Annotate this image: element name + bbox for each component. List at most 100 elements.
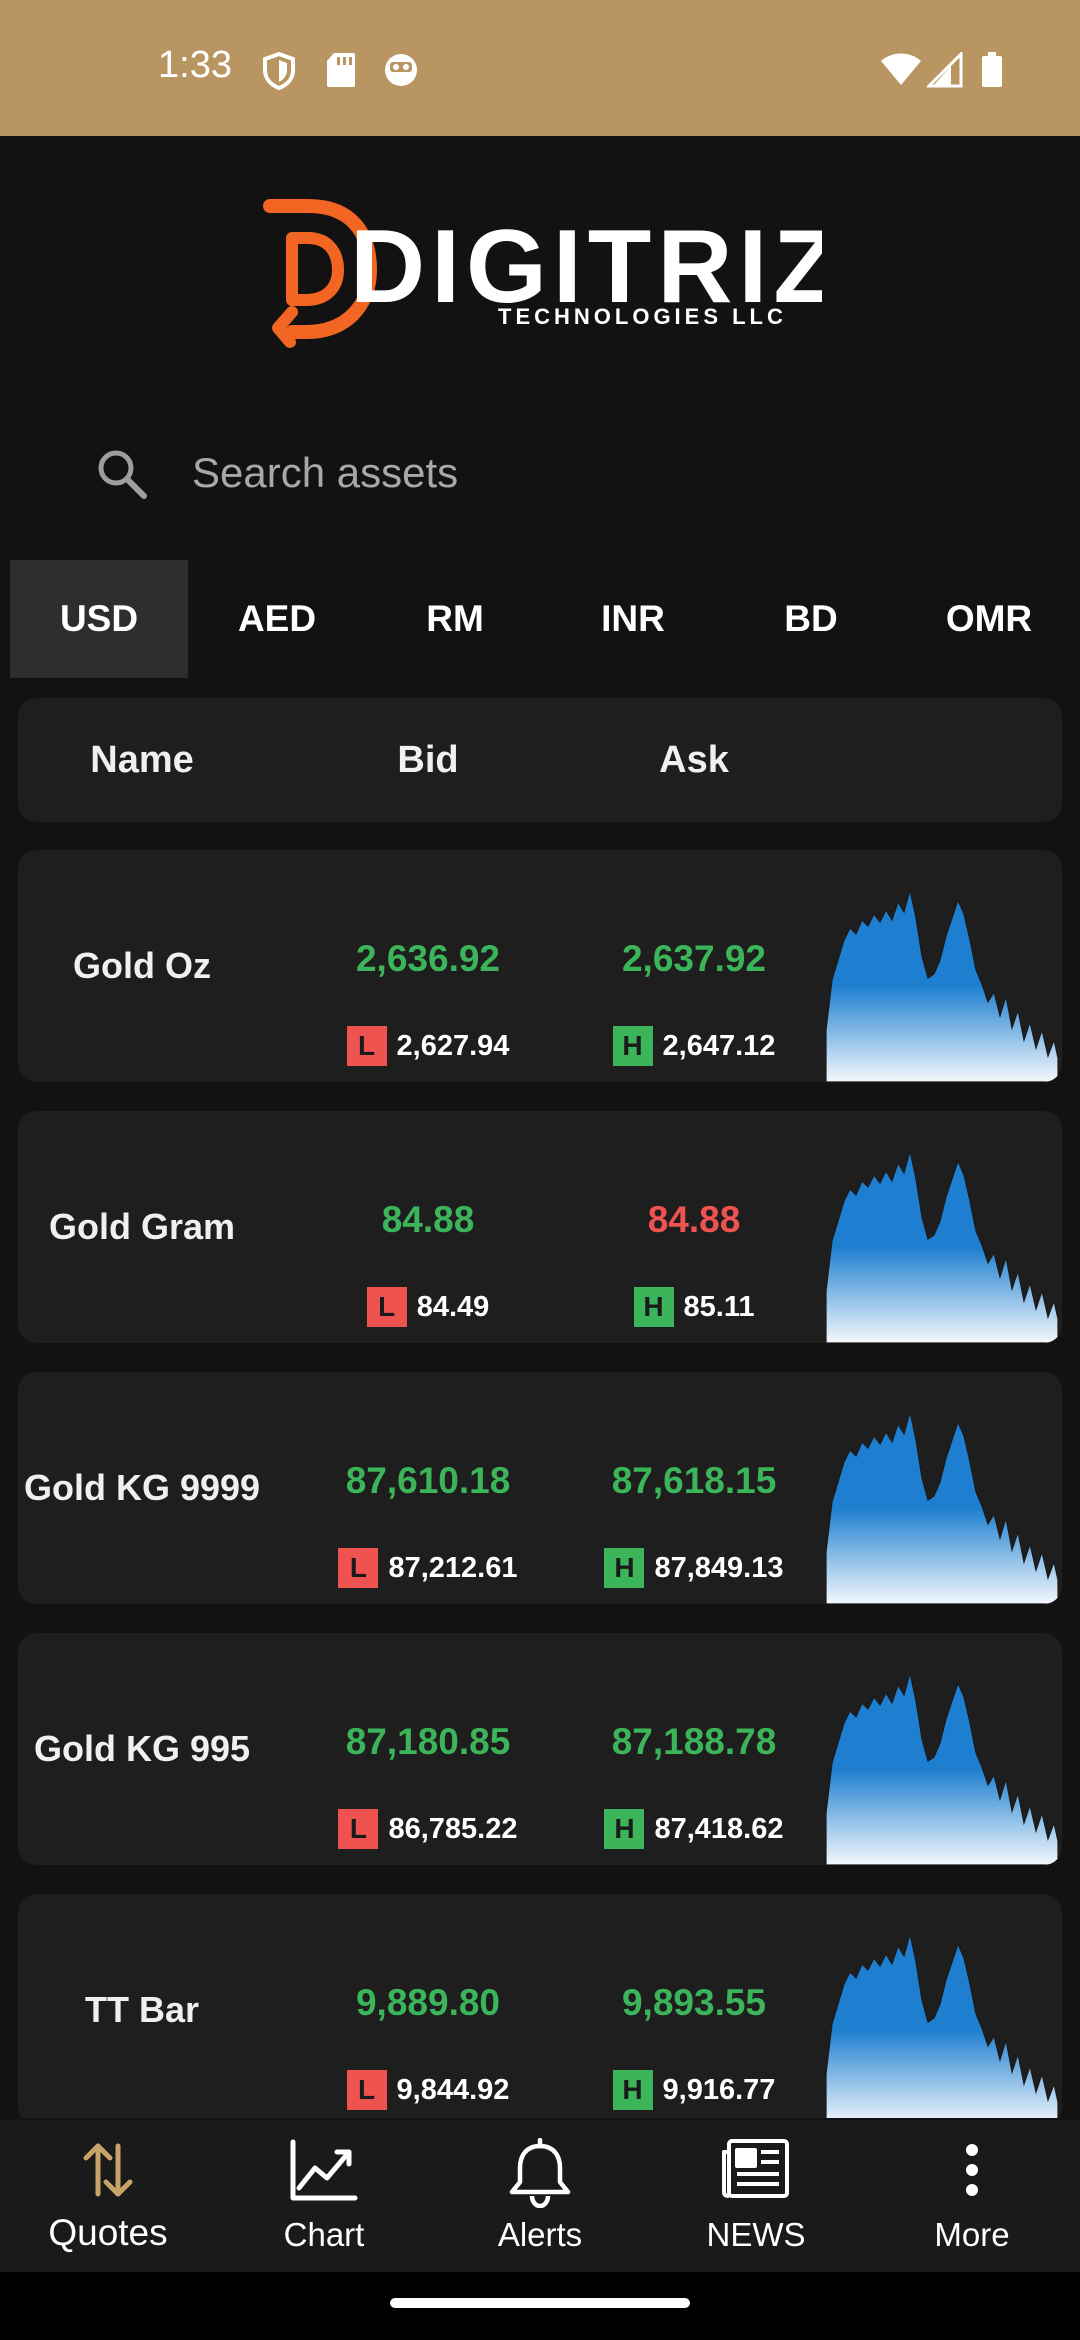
sparkline-area: [826, 1672, 1058, 1865]
nav-alerts-label: Alerts: [497, 2216, 583, 2253]
nav-chart[interactable]: Chart: [216, 2120, 432, 2272]
ask-price: 9,893.55: [621, 1982, 767, 2023]
nav-chart-label: Chart: [283, 2216, 365, 2253]
sd-card-icon: [326, 52, 356, 88]
battery-icon: [981, 52, 1003, 88]
digitriz-logo: DIGITRIZ TECHNOLOGIES LLC: [262, 196, 822, 356]
quote-row-gold-kg-995[interactable]: Gold KG 995 87,180.85 87,188.78 L 86,785.…: [18, 1633, 1062, 1865]
high-value: 85.11: [683, 1290, 755, 1323]
more-vertical-icon: [864, 2138, 1080, 2202]
low-price: L 2,627.94: [298, 1026, 558, 1066]
low-price: L 87,212.61: [298, 1548, 558, 1588]
asset-name: Gold Oz: [73, 945, 211, 986]
high-price: H 87,418.62: [564, 1809, 824, 1849]
low-value: 87,212.61: [388, 1551, 518, 1584]
tab-bd[interactable]: BD: [722, 560, 900, 678]
high-price: H 87,849.13: [564, 1548, 824, 1588]
low-badge: L: [338, 1809, 379, 1849]
high-badge: H: [604, 1548, 645, 1588]
high-value: 9,916.77: [662, 2073, 776, 2106]
low-badge: L: [346, 2070, 387, 2110]
search-input[interactable]: [190, 440, 990, 506]
quote-row-gold-gram[interactable]: Gold Gram 84.88 84.88 L 84.49 H 85.11: [18, 1111, 1062, 1343]
asset-name: TT Bar: [84, 1989, 199, 2030]
nav-more-label: More: [934, 2216, 1010, 2253]
bottom-nav: Quotes Chart Alerts NEWS More: [0, 2120, 1080, 2272]
nav-quotes[interactable]: Quotes: [0, 2120, 216, 2272]
high-value: 87,849.13: [654, 1551, 784, 1584]
high-price: H 85.11: [564, 1287, 824, 1327]
status-time: 1:33: [158, 44, 232, 86]
low-price: L 9,844.92: [298, 2070, 558, 2110]
line-chart-icon: [216, 2138, 432, 2202]
low-badge: L: [366, 1287, 407, 1327]
system-nav-bar: [0, 2272, 1080, 2340]
asset-name: Gold KG 9999: [23, 1467, 261, 1508]
ask-price: 84.88: [647, 1199, 741, 1240]
face-icon: [383, 52, 419, 88]
status-bar: 1:33: [0, 0, 1080, 136]
low-value: 2,627.94: [396, 1029, 510, 1062]
quotes-list[interactable]: Gold Oz 2,636.92 2,637.92 L 2,627.94 H 2,6…: [18, 850, 1062, 2118]
home-indicator[interactable]: [390, 2298, 690, 2308]
low-price: L 84.49: [298, 1287, 558, 1327]
bid-price: 84.88: [381, 1199, 475, 1240]
bid-price: 9,889.80: [355, 1982, 501, 2023]
nav-news-label: NEWS: [706, 2216, 806, 2253]
nav-news[interactable]: NEWS: [648, 2120, 864, 2272]
ask-price: 87,618.15: [611, 1460, 777, 1501]
high-badge: H: [612, 1026, 653, 1066]
sparkline-area: [826, 889, 1058, 1082]
tab-rm[interactable]: RM: [366, 560, 544, 678]
sparkline-chart: [826, 1663, 1058, 1865]
shield-icon: [262, 52, 296, 90]
high-value: 2,647.12: [662, 1029, 776, 1062]
high-badge: H: [633, 1287, 674, 1327]
wifi-icon: [880, 52, 922, 86]
search-bar[interactable]: [80, 430, 1020, 516]
low-value: 84.49: [416, 1290, 490, 1323]
low-value: 86,785.22: [388, 1812, 518, 1845]
signal-icon: [927, 52, 963, 88]
high-badge: H: [604, 1809, 645, 1849]
quotes-header: Name Bid Ask: [18, 698, 1062, 822]
currency-tabs: USD AED RM INR BD OMR: [10, 560, 1080, 678]
low-badge: L: [338, 1548, 379, 1588]
high-value: 87,418.62: [654, 1812, 784, 1845]
swap-vertical-icon: [0, 2138, 216, 2202]
ask-price: 87,188.78: [611, 1721, 777, 1762]
sparkline-chart: [826, 1141, 1058, 1343]
bid-price: 87,180.85: [345, 1721, 511, 1762]
sparkline-chart: [826, 1924, 1058, 2118]
logo-tagline: TECHNOLOGIES LLC: [498, 304, 787, 329]
tab-omr[interactable]: OMR: [900, 560, 1078, 678]
search-icon: [94, 446, 150, 507]
sparkline-area: [826, 1933, 1058, 2118]
asset-name: Gold KG 995: [33, 1728, 251, 1769]
tab-usd[interactable]: USD: [10, 560, 188, 678]
bid-price: 2,636.92: [355, 938, 501, 979]
header-name: Name: [90, 738, 194, 781]
nav-alerts[interactable]: Alerts: [432, 2120, 648, 2272]
sparkline-chart: [826, 880, 1058, 1082]
header-bid: Bid: [397, 738, 459, 781]
low-badge: L: [346, 1026, 387, 1066]
quote-row-gold-oz[interactable]: Gold Oz 2,636.92 2,637.92 L 2,627.94 H 2,6…: [18, 850, 1062, 1082]
sparkline-chart: [826, 1402, 1058, 1604]
quote-row-tt-bar[interactable]: TT Bar 9,889.80 9,893.55 L 9,844.92 H 9,91…: [18, 1894, 1062, 2118]
low-value: 9,844.92: [396, 2073, 510, 2106]
high-price: H 9,916.77: [564, 2070, 824, 2110]
sparkline-area: [826, 1150, 1058, 1343]
high-price: H 2,647.12: [564, 1026, 824, 1066]
tab-inr[interactable]: INR: [544, 560, 722, 678]
sparkline-area: [826, 1411, 1058, 1604]
high-badge: H: [612, 2070, 653, 2110]
nav-quotes-label: Quotes: [48, 2212, 168, 2253]
newspaper-icon: [648, 2138, 864, 2200]
low-price: L 86,785.22: [298, 1809, 558, 1849]
tab-aed[interactable]: AED: [188, 560, 366, 678]
asset-name: Gold Gram: [48, 1206, 236, 1247]
bid-price: 87,610.18: [345, 1460, 511, 1501]
nav-more[interactable]: More: [864, 2120, 1080, 2272]
quote-row-gold-kg-9999[interactable]: Gold KG 9999 87,610.18 87,618.15 L 87,212…: [18, 1372, 1062, 1604]
